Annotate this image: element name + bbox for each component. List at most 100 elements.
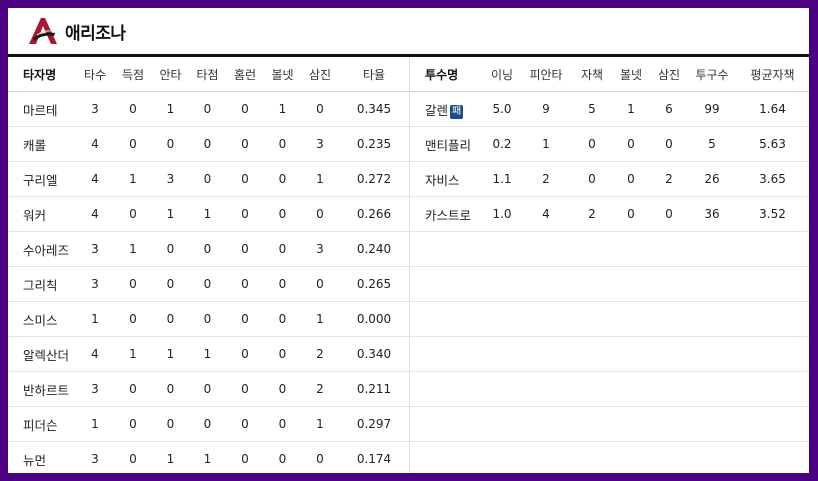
pitcher-row: 갈렌 패 5.0 9 5 1 6 99 1.64 — [410, 91, 809, 127]
batter-stat-cell: 1 — [152, 441, 189, 473]
pitcher-stat-cell: 5 — [688, 126, 736, 162]
batter-stat-cell: 0 — [152, 301, 189, 337]
batter-row: 캐롤 4 0 0 0 0 0 3 0.235 — [8, 126, 409, 162]
pitcher-stat-cell: 3.65 — [736, 161, 809, 197]
pitcher-stat-cell: 2 — [520, 161, 572, 197]
pitcher-stat-header[interactable]: 자책 — [572, 57, 612, 92]
batter-stat-header[interactable]: 타수 — [76, 57, 114, 92]
pitcher-stat-cell: 0 — [650, 126, 688, 162]
batter-stat-cell: 1 — [189, 336, 226, 372]
batter-stat-cell: 0.265 — [339, 266, 409, 302]
batter-stat-cell: 3 — [301, 231, 339, 267]
batter-stat-cell: 0 — [226, 91, 264, 127]
pitcher-stat-header[interactable]: 피안타 — [520, 57, 572, 92]
batter-stat-cell: 0 — [264, 406, 301, 442]
batter-stat-cell: 1 — [301, 301, 339, 337]
batter-stat-header[interactable]: 안타 — [152, 57, 189, 92]
batter-stat-cell: 0 — [189, 231, 226, 267]
batter-row: 알렉산더 4 1 1 1 0 0 2 0.340 — [8, 336, 409, 372]
empty-cell — [410, 301, 809, 337]
pitcher-name-cell[interactable]: 갈렌 패 — [410, 91, 484, 127]
batter-stat-cell: 0.211 — [339, 371, 409, 407]
pitcher-stat-cell: 5.63 — [736, 126, 809, 162]
empty-cell — [410, 441, 809, 473]
batter-name[interactable]: 구리엘 — [8, 161, 76, 197]
batter-row: 구리엘 4 1 3 0 0 0 1 0.272 — [8, 161, 409, 197]
batter-name[interactable]: 캐롤 — [8, 126, 76, 162]
batter-row: 마르테 3 0 1 0 0 1 0 0.345 — [8, 91, 409, 127]
batter-name[interactable]: 워커 — [8, 196, 76, 232]
batter-stat-cell: 3 — [76, 441, 114, 473]
pitcher-stat-cell: 0 — [612, 196, 650, 232]
batter-stat-cell: 0 — [264, 371, 301, 407]
pitcher-name[interactable]: 카스트로 — [425, 208, 471, 223]
batter-stat-cell: 0 — [189, 161, 226, 197]
batter-stat-header[interactable]: 삼진 — [301, 57, 339, 92]
batter-stat-cell: 0 — [226, 371, 264, 407]
batter-row: 피더슨 1 0 0 0 0 0 1 0.297 — [8, 406, 409, 442]
batter-name[interactable]: 마르테 — [8, 91, 76, 127]
empty-cell — [410, 336, 809, 372]
batter-stat-header[interactable]: 홈런 — [226, 57, 264, 92]
decision-badge: 패 — [450, 104, 464, 119]
batter-name[interactable]: 스미스 — [8, 301, 76, 337]
batter-stat-cell: 0.345 — [339, 91, 409, 127]
pitcher-name-cell[interactable]: 자비스 — [410, 161, 484, 197]
batter-stat-cell: 0.235 — [339, 126, 409, 162]
pitcher-stat-header[interactable]: 투구수 — [688, 57, 736, 92]
batter-name[interactable]: 알렉산더 — [8, 336, 76, 372]
batter-stat-cell: 3 — [76, 266, 114, 302]
pitcher-name[interactable]: 맨티플리 — [425, 138, 471, 153]
batter-name[interactable]: 피더슨 — [8, 406, 76, 442]
batter-stat-cell: 0 — [114, 266, 152, 302]
batter-name[interactable]: 수아레즈 — [8, 231, 76, 267]
pitcher-stat-cell: 1 — [612, 91, 650, 127]
batter-stat-cell: 1 — [152, 196, 189, 232]
batter-stat-cell: 0 — [226, 231, 264, 267]
empty-row — [410, 231, 809, 267]
batter-stat-cell: 3 — [301, 126, 339, 162]
batter-stat-cell: 0.174 — [339, 441, 409, 473]
pitcher-stat-cell: 6 — [650, 91, 688, 127]
pitcher-stat-cell: 26 — [688, 161, 736, 197]
pitcher-stat-header[interactable]: 볼넷 — [612, 57, 650, 92]
batter-stat-cell: 0 — [264, 196, 301, 232]
batter-stat-cell: 0 — [226, 441, 264, 473]
batter-stat-header[interactable]: 득점 — [114, 57, 152, 92]
pitcher-stat-header[interactable]: 이닝 — [484, 57, 520, 92]
batter-stat-cell: 0 — [264, 266, 301, 302]
pitcher-stat-cell: 0 — [612, 161, 650, 197]
batter-name[interactable]: 반하르트 — [8, 371, 76, 407]
batter-name[interactable]: 그리칙 — [8, 266, 76, 302]
pitcher-stat-cell: 9 — [520, 91, 572, 127]
team-header: 애리조나 — [8, 8, 809, 57]
batter-stat-cell: 0 — [152, 231, 189, 267]
batter-stat-cell: 0 — [114, 371, 152, 407]
batter-stat-cell: 0 — [152, 371, 189, 407]
batter-stat-cell: 3 — [76, 371, 114, 407]
batter-stat-cell: 0.000 — [339, 301, 409, 337]
batter-stat-cell: 0 — [264, 126, 301, 162]
pitcher-name[interactable]: 자비스 — [425, 173, 460, 188]
batter-name[interactable]: 뉴먼 — [8, 441, 76, 473]
batter-stat-cell: 0 — [226, 161, 264, 197]
pitcher-name[interactable]: 갈렌 — [425, 103, 448, 118]
batter-stat-header[interactable]: 타점 — [189, 57, 226, 92]
batter-stat-cell: 0 — [114, 91, 152, 127]
pitcher-stat-header[interactable]: 평균자책 — [736, 57, 809, 92]
pitcher-row: 맨티플리 0.2 1 0 0 0 5 5.63 — [410, 126, 809, 162]
batter-stat-header[interactable]: 볼넷 — [264, 57, 301, 92]
batter-stat-cell: 1 — [76, 406, 114, 442]
batter-stat-header[interactable]: 타율 — [339, 57, 409, 92]
batter-stat-cell: 0.297 — [339, 406, 409, 442]
pitcher-name-header: 투수명 — [410, 57, 484, 92]
batter-stat-cell: 0 — [114, 126, 152, 162]
pitcher-name-cell[interactable]: 맨티플리 — [410, 126, 484, 162]
pitcher-stat-cell: 5 — [572, 91, 612, 127]
pitcher-name-cell[interactable]: 카스트로 — [410, 196, 484, 232]
batter-row: 뉴먼 3 0 1 1 0 0 0 0.174 — [8, 441, 409, 473]
pitcher-stat-header[interactable]: 삼진 — [650, 57, 688, 92]
batter-stat-cell: 3 — [76, 91, 114, 127]
batter-stat-cell: 0 — [301, 441, 339, 473]
batter-name-header: 타자명 — [8, 57, 76, 92]
